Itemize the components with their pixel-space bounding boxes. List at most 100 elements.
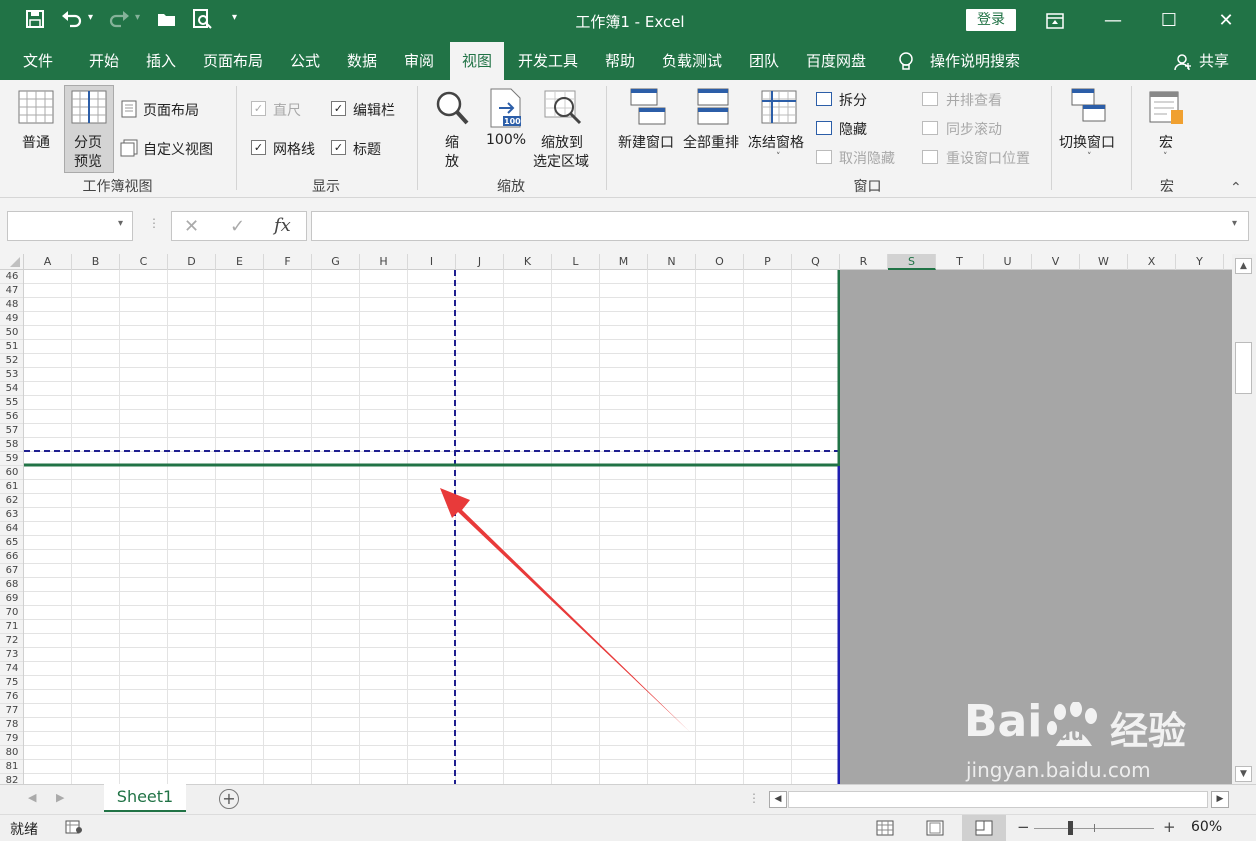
open-folder-icon[interactable] bbox=[156, 8, 178, 35]
hide-window-icon bbox=[816, 121, 832, 135]
sync-scroll-label: 同步滚动 bbox=[946, 122, 1002, 138]
zoom-in-button[interactable]: + bbox=[1163, 818, 1176, 836]
macro-record-icon[interactable] bbox=[65, 820, 83, 838]
next-sheet-icon[interactable]: ▶ bbox=[56, 791, 64, 804]
tab-review[interactable]: 审阅 bbox=[391, 42, 447, 80]
sheet-tab-sheet1[interactable]: Sheet1 bbox=[104, 784, 186, 812]
macros-button[interactable]: 宏 ˅ bbox=[1142, 86, 1190, 174]
tab-data[interactable]: 数据 bbox=[334, 42, 390, 80]
add-sheet-icon[interactable]: + bbox=[219, 789, 239, 809]
save-icon[interactable] bbox=[24, 8, 46, 35]
title-bar: ▾ ▾ ▾ 工作簿1 - Excel 登录 — ☐ ✕ bbox=[0, 0, 1256, 42]
expand-formula-bar-icon[interactable]: ▾ bbox=[1232, 218, 1237, 229]
zoom-button[interactable]: 缩 放 bbox=[430, 86, 474, 174]
ribbon-separator bbox=[417, 86, 418, 190]
scroll-left-icon[interactable]: ◀ bbox=[769, 791, 787, 808]
formula-bar-row: ▾ ⋮ ✕ ✓ fx ▾ bbox=[0, 198, 1256, 254]
zoom-out-button[interactable]: − bbox=[1017, 818, 1030, 836]
custom-views-button[interactable]: 自定义视图 bbox=[120, 139, 230, 159]
page-layout-label: 页面布局 bbox=[143, 103, 199, 119]
headings-checkbox[interactable]: ✓ 标题 bbox=[331, 139, 401, 159]
share-user-icon[interactable] bbox=[1174, 53, 1192, 75]
normal-view-icon bbox=[18, 90, 54, 128]
ribbon-display-options-icon[interactable] bbox=[1027, 0, 1083, 42]
tab-page-layout[interactable]: 页面布局 bbox=[195, 42, 271, 80]
collapse-ribbon-icon[interactable]: ⌃ bbox=[1230, 180, 1242, 196]
new-window-button[interactable]: 新建窗口 bbox=[615, 86, 681, 156]
page-break-preview-button[interactable]: 分页 预览 bbox=[64, 85, 114, 173]
page-layout-view-button[interactable]: 页面布局 bbox=[120, 100, 230, 120]
login-button[interactable]: 登录 bbox=[966, 9, 1016, 31]
headings-check-icon: ✓ bbox=[331, 140, 346, 155]
minimize-icon[interactable]: — bbox=[1085, 0, 1141, 42]
share-button[interactable]: 共享 bbox=[1194, 42, 1234, 80]
freeze-panes-button[interactable]: 冻结窗格 ˅ bbox=[747, 86, 811, 174]
group-label-macros: 宏 bbox=[1160, 179, 1174, 195]
tab-developer[interactable]: 开发工具 bbox=[510, 42, 586, 80]
tab-home[interactable]: 开始 bbox=[76, 42, 132, 80]
ribbon-separator bbox=[1131, 86, 1132, 190]
lightbulb-icon bbox=[898, 52, 914, 76]
group-label-zoom: 缩放 bbox=[497, 179, 525, 195]
zoom-label-2: 放 bbox=[445, 154, 459, 170]
horizontal-scroll-thumb[interactable] bbox=[788, 791, 1208, 808]
undo-icon[interactable] bbox=[60, 8, 84, 35]
page-break-preview-icon bbox=[71, 90, 107, 128]
tab-view[interactable]: 视图 bbox=[450, 42, 504, 80]
page-layout-status-icon[interactable] bbox=[926, 820, 944, 840]
tab-help[interactable]: 帮助 bbox=[592, 42, 648, 80]
switch-windows-chevron-down-icon: ˅ bbox=[1087, 152, 1092, 162]
headings-label: 标题 bbox=[353, 142, 381, 158]
name-box[interactable]: ▾ bbox=[7, 211, 133, 241]
split-button[interactable]: 拆分 bbox=[816, 90, 886, 110]
vertical-scrollbar[interactable]: ▲ ▼ bbox=[1232, 254, 1256, 784]
normal-view-status-icon[interactable] bbox=[876, 820, 894, 840]
tab-baidu-netdisk[interactable]: 百度网盘 bbox=[798, 42, 874, 80]
scroll-right-icon[interactable]: ▶ bbox=[1211, 791, 1229, 808]
zoom-to-selection-label-1: 缩放到 bbox=[541, 135, 583, 151]
print-preview-icon[interactable] bbox=[191, 8, 213, 35]
arrange-all-icon bbox=[697, 88, 729, 130]
zoom-to-selection-icon bbox=[544, 90, 584, 130]
formula-bar-grip-icon[interactable]: ⋮ bbox=[148, 216, 160, 230]
customize-qat-icon[interactable]: ▾ bbox=[232, 12, 237, 23]
switch-windows-button[interactable]: 切换窗口 ˅ bbox=[1056, 86, 1122, 174]
arrange-all-button[interactable]: 全部重排 bbox=[683, 86, 745, 156]
scroll-up-icon[interactable]: ▲ bbox=[1235, 258, 1252, 274]
ribbon-view: 普通 分页 预览 页面布局 自定义视图 工作簿视图 ✓ 直尺 ✓ 编辑栏 ✓ 网… bbox=[0, 80, 1256, 198]
zoom-level[interactable]: 60% bbox=[1191, 819, 1222, 835]
macros-chevron-down-icon: ˅ bbox=[1163, 152, 1168, 162]
tab-formulas[interactable]: 公式 bbox=[277, 42, 333, 80]
scroll-down-icon[interactable]: ▼ bbox=[1235, 766, 1252, 782]
sheet-tab-strip: ◀ ▶ Sheet1 + ⋮ ◀ ▶ bbox=[0, 784, 1256, 814]
close-icon[interactable]: ✕ bbox=[1198, 0, 1254, 42]
insert-function-button[interactable]: fx bbox=[274, 215, 291, 236]
ruler-label: 直尺 bbox=[273, 103, 301, 119]
tab-file[interactable]: 文件 bbox=[10, 42, 66, 80]
custom-views-icon bbox=[120, 139, 138, 161]
page-break-status-button[interactable] bbox=[962, 815, 1006, 841]
zoom-100-button[interactable]: 100 100% bbox=[483, 86, 529, 156]
status-ready: 就绪 bbox=[10, 822, 38, 838]
hide-button[interactable]: 隐藏 bbox=[816, 119, 886, 139]
tell-me-search[interactable]: 操作说明搜索 bbox=[924, 42, 1026, 80]
formula-bar-checkbox[interactable]: ✓ 编辑栏 bbox=[331, 100, 411, 120]
synchronous-scrolling-button: 同步滚动 bbox=[922, 119, 1022, 139]
vertical-scroll-thumb[interactable] bbox=[1235, 342, 1252, 394]
tab-split-grip-icon[interactable]: ⋮ bbox=[748, 791, 760, 805]
prev-sheet-icon[interactable]: ◀ bbox=[28, 791, 36, 804]
gridlines-checkbox[interactable]: ✓ 网格线 bbox=[251, 139, 331, 159]
tab-team[interactable]: 团队 bbox=[736, 42, 792, 80]
switch-windows-icon bbox=[1071, 88, 1107, 128]
formula-input[interactable]: ▾ bbox=[311, 211, 1249, 241]
maximize-icon[interactable]: ☐ bbox=[1141, 0, 1197, 42]
zoom-slider-thumb[interactable] bbox=[1068, 821, 1073, 835]
name-box-dropdown-icon[interactable]: ▾ bbox=[118, 218, 123, 229]
confirm-entry-icon: ✓ bbox=[230, 216, 246, 237]
normal-view-button[interactable]: 普通 bbox=[12, 86, 62, 156]
tab-insert[interactable]: 插入 bbox=[133, 42, 189, 80]
undo-dropdown-icon[interactable]: ▾ bbox=[88, 12, 93, 23]
zoom-100-label: 100% bbox=[486, 132, 527, 148]
tab-load-test[interactable]: 负载测试 bbox=[654, 42, 730, 80]
zoom-to-selection-button[interactable]: 缩放到 选定区域 bbox=[532, 86, 596, 174]
